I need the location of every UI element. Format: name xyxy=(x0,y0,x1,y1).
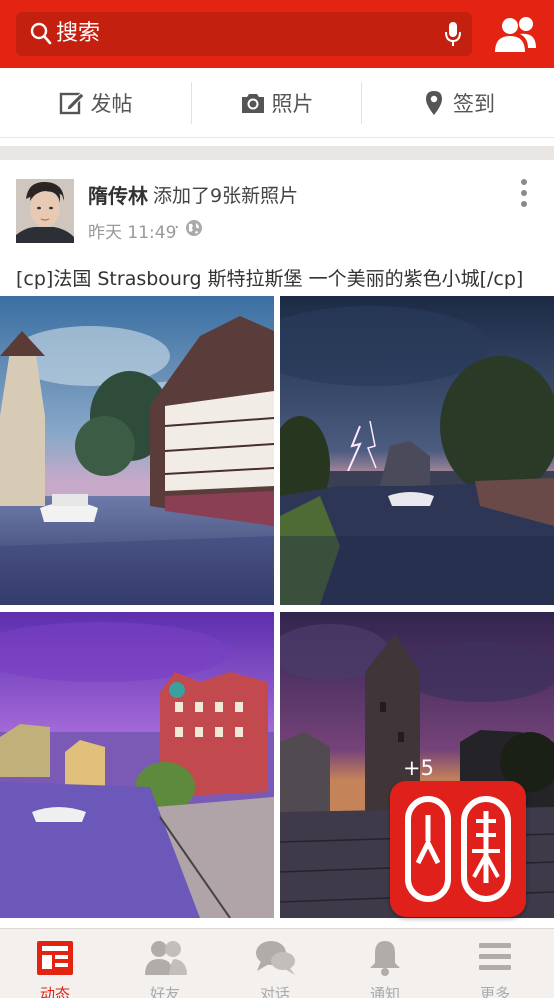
more-options-icon[interactable] xyxy=(514,178,534,212)
bell-icon xyxy=(370,941,400,976)
tab-chat[interactable]: 对话 xyxy=(220,929,330,998)
tab-more[interactable]: 更多 xyxy=(440,929,550,998)
globe-icon xyxy=(186,220,202,236)
search-placeholder: 搜索 xyxy=(56,21,101,46)
tab-label: 动态 xyxy=(39,985,70,998)
tab-label: 通知 xyxy=(369,985,400,998)
post-label: 发帖 xyxy=(90,92,133,116)
photo-label: 照片 xyxy=(271,92,314,116)
friends-icon xyxy=(145,941,187,975)
post-body-text: [cp]法国 Strasbourg 斯特拉斯堡 一个美丽的紫色小城[/cp] xyxy=(16,268,524,290)
edit-icon xyxy=(59,92,85,115)
tab-label: 好友 xyxy=(149,985,180,998)
camera-icon xyxy=(241,94,264,113)
post-action-text: 添加了9张新照片 xyxy=(153,185,299,207)
tab-feed[interactable]: 动态 xyxy=(0,929,110,998)
avatar[interactable] xyxy=(16,179,74,243)
separator-dot: · xyxy=(174,218,180,238)
feed-icon xyxy=(37,941,73,975)
post-button[interactable]: 发帖 xyxy=(0,68,191,138)
post-author[interactable]: 隋传林 xyxy=(88,180,148,209)
photo-button[interactable]: 照片 xyxy=(192,68,361,138)
chat-icon xyxy=(256,941,295,975)
search-bar[interactable]: 搜索 xyxy=(16,12,472,56)
post-timestamp: 昨天 11:49 xyxy=(88,223,177,243)
checkin-label: 签到 xyxy=(453,92,495,116)
tab-label: 对话 xyxy=(259,985,290,998)
location-pin-icon xyxy=(426,91,442,115)
bottom-tab-bar: 动态 好友 对话 通知 更多 xyxy=(0,928,554,998)
top-bar: 搜索 xyxy=(0,0,554,68)
watermark-logo xyxy=(390,781,526,917)
tab-label: 更多 xyxy=(479,985,510,998)
post-photo[interactable] xyxy=(280,296,554,605)
add-contact-icon[interactable] xyxy=(490,12,540,56)
microphone-icon[interactable] xyxy=(444,20,462,48)
checkin-button[interactable]: 签到 xyxy=(362,68,554,138)
search-icon xyxy=(30,22,52,45)
tab-friends[interactable]: 好友 xyxy=(110,929,220,998)
section-divider xyxy=(0,146,554,160)
post-photo[interactable] xyxy=(0,612,274,918)
post-photo[interactable] xyxy=(0,296,274,605)
guoguo-logo-icon xyxy=(405,796,511,902)
tab-notifications[interactable]: 通知 xyxy=(330,929,440,998)
action-bar: 发帖 照片 签到 xyxy=(0,68,554,138)
menu-icon xyxy=(479,943,511,970)
extra-photos-count[interactable]: +5 xyxy=(403,756,434,780)
